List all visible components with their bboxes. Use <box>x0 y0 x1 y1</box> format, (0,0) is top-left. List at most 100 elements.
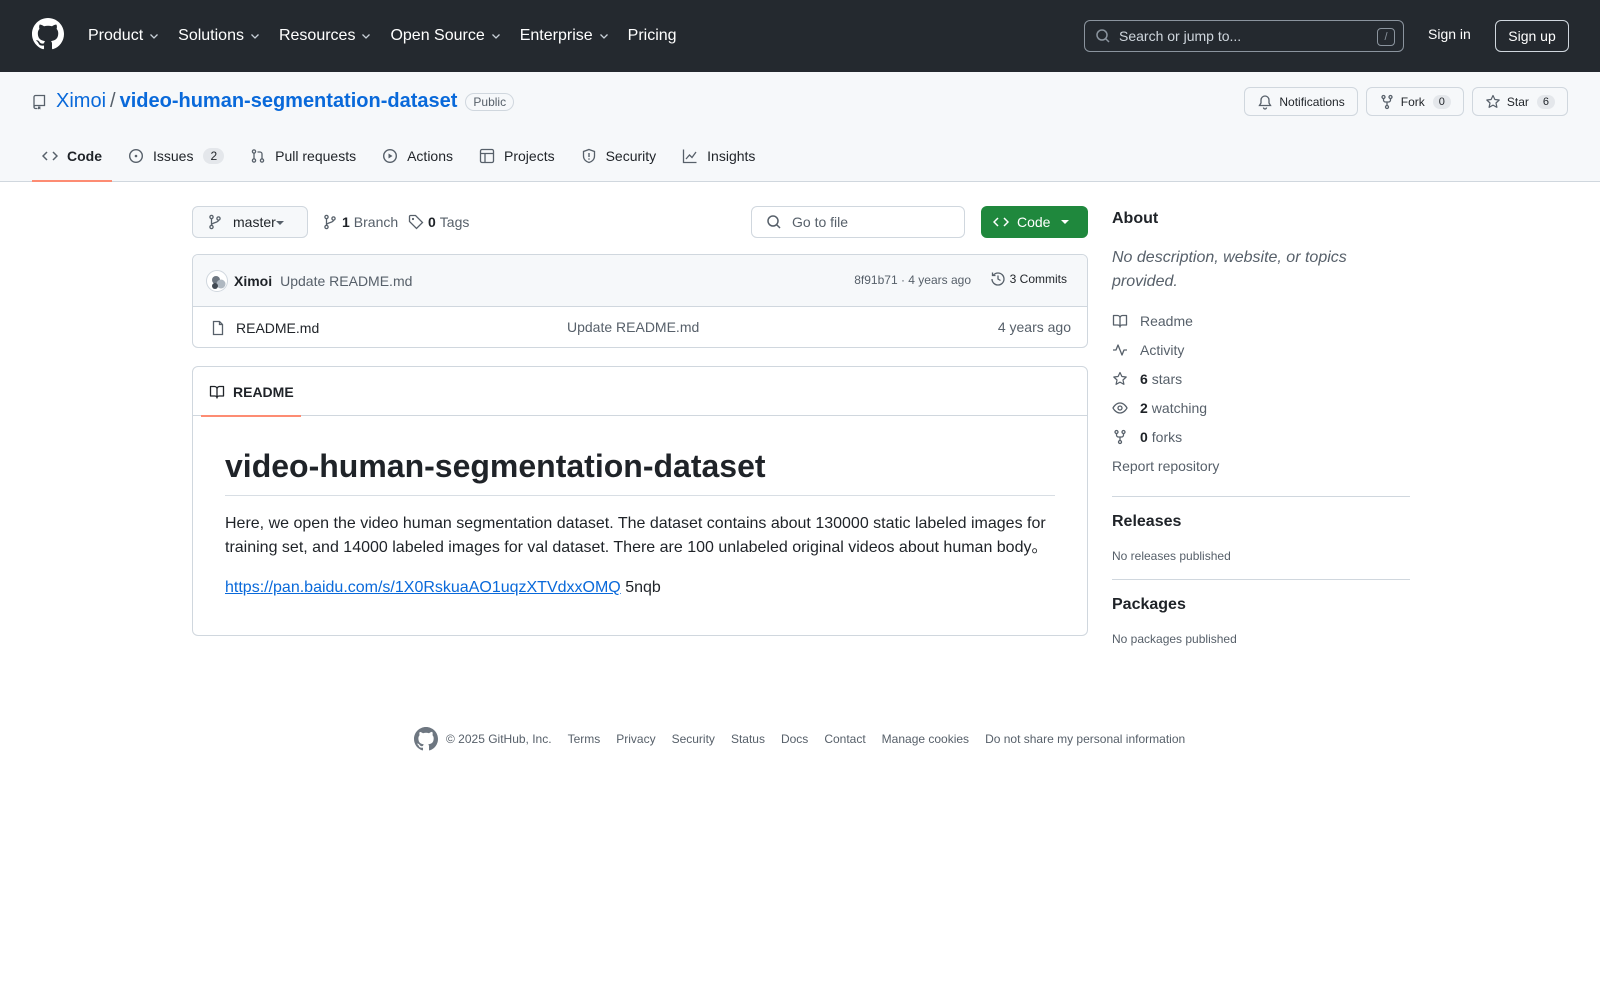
visibility-badge: Public <box>465 92 515 111</box>
repo-icon <box>33 94 46 109</box>
commit-author-link[interactable]: Ximoi <box>234 273 272 289</box>
nav-resources[interactable]: Resources <box>279 27 372 45</box>
stars-link[interactable]: 6 stars <box>1112 364 1410 393</box>
go-to-file-input[interactable]: Go to file <box>751 206 965 238</box>
footer-link-terms[interactable]: Terms <box>568 732 601 746</box>
footer-copyright: © 2025 GitHub, Inc. <box>446 732 552 746</box>
tags-link[interactable]: 0 Tags <box>408 214 469 230</box>
footer-link-contact[interactable]: Contact <box>824 732 865 746</box>
forks-link[interactable]: 0 forks <box>1112 422 1410 451</box>
sidebar-divider <box>1112 496 1410 497</box>
book-icon <box>1112 314 1128 328</box>
nav-product[interactable]: Product <box>88 27 160 45</box>
avatar[interactable] <box>206 269 228 292</box>
star-button[interactable]: Star 6 <box>1471 87 1568 116</box>
footer-link-privacy[interactable]: Privacy <box>616 732 655 746</box>
github-logo-icon[interactable] <box>32 18 64 50</box>
stars-count: 6 <box>1140 370 1148 387</box>
star-label: Star <box>1506 94 1529 109</box>
tag-count-label: Tags <box>439 214 470 230</box>
readme-tab[interactable]: README <box>201 367 301 417</box>
file-toolbar: master 1 Branch 0 Tags Go to file Code <box>192 206 1088 238</box>
tab-insights[interactable]: Insights <box>672 144 765 182</box>
fork-icon <box>1114 429 1126 444</box>
notifications-button[interactable]: Notifications <box>1244 87 1358 116</box>
tab-pull-requests[interactable]: Pull requests <box>240 144 366 182</box>
fork-icon <box>1381 94 1393 109</box>
repo-owner-link[interactable]: Ximoi <box>56 90 106 113</box>
chevron-down-icon <box>362 34 371 39</box>
tab-security[interactable]: Security <box>571 144 667 182</box>
repo-path-separator: / <box>110 90 116 112</box>
activity-link[interactable]: Activity <box>1112 335 1410 364</box>
download-code: 5nqb <box>620 579 661 596</box>
file-name-link[interactable]: README.md <box>236 320 319 336</box>
nav-pricing[interactable]: Pricing <box>628 27 677 45</box>
nav-enterprise-label: Enterprise <box>519 27 593 44</box>
file-commit-message[interactable]: Update README.md <box>567 319 699 335</box>
packages-heading[interactable]: Packages <box>1112 596 1410 614</box>
file-listing: Ximoi Update README.md 8f91b71 · 4 years… <box>192 254 1088 348</box>
file-age: 4 years ago <box>997 319 1071 335</box>
fork-button[interactable]: Fork 0 <box>1365 87 1464 116</box>
issue-icon <box>128 148 144 164</box>
forks-label: forks <box>1151 428 1183 445</box>
watchers-link[interactable]: 2 watching <box>1112 393 1410 422</box>
nav-enterprise[interactable]: Enterprise <box>520 27 610 45</box>
search-icon <box>1096 29 1110 43</box>
commit-hash-and-age[interactable]: 8f91b71 · 4 years ago <box>854 273 971 287</box>
search-icon <box>767 215 781 229</box>
notifications-label: Notifications <box>1279 94 1345 109</box>
history-icon <box>991 272 1005 286</box>
sidebar-divider <box>1112 579 1410 580</box>
branch-count-label: Branch <box>353 214 399 230</box>
footer-link-security[interactable]: Security <box>672 732 715 746</box>
readme-header: README <box>193 367 1087 417</box>
releases-heading[interactable]: Releases <box>1112 513 1410 531</box>
go-to-file-placeholder: Go to file <box>792 214 849 230</box>
tab-insights-label: Insights <box>707 148 756 164</box>
commits-history-link[interactable]: 3 Commits <box>990 271 1067 287</box>
commits-count-label: 3 Commits <box>1009 272 1067 286</box>
footer-link-status[interactable]: Status <box>731 732 765 746</box>
tab-code[interactable]: Code <box>32 144 112 182</box>
tag-count: 0 <box>428 214 436 230</box>
nav-solutions[interactable]: Solutions <box>178 27 261 45</box>
branch-selector[interactable]: master <box>192 206 308 238</box>
caret-down-icon <box>276 221 284 225</box>
github-logo-icon[interactable] <box>414 727 438 751</box>
footer-link-do-not-share[interactable]: Do not share my personal information <box>985 732 1185 746</box>
tab-issues[interactable]: Issues 2 <box>118 144 234 182</box>
top-navigation: Product Solutions Resources Open Source … <box>88 0 695 72</box>
nav-open-source[interactable]: Open Source <box>390 27 501 45</box>
repo-name-link[interactable]: video-human-segmentation-dataset <box>120 90 458 113</box>
caret-down-icon <box>1061 220 1069 224</box>
forks-count: 0 <box>1140 428 1148 445</box>
commit-message-link[interactable]: Update README.md <box>280 273 412 289</box>
tab-projects[interactable]: Projects <box>469 144 565 182</box>
star-count: 6 <box>1536 94 1555 109</box>
footer-link-docs[interactable]: Docs <box>781 732 808 746</box>
table-icon <box>479 148 495 164</box>
readme-link[interactable]: Readme <box>1112 306 1410 335</box>
nav-solutions-label: Solutions <box>178 27 244 44</box>
branch-name: master <box>233 214 276 230</box>
tab-security-label: Security <box>605 148 657 164</box>
search-placeholder: Search or jump to... <box>1119 28 1242 44</box>
readme-body: video-human-segmentation-dataset Here, w… <box>193 416 1087 600</box>
code-button-label: Code <box>1017 214 1051 230</box>
global-header: Product Solutions Resources Open Source … <box>0 0 1600 72</box>
sign-up-button[interactable]: Sign up <box>1495 20 1569 52</box>
table-row[interactable]: README.md Update README.md 4 years ago <box>193 307 1087 347</box>
readme-tab-label: README <box>233 383 294 400</box>
global-search-input[interactable]: Search or jump to... / <box>1084 20 1404 52</box>
report-repository-link[interactable]: Report repository <box>1112 451 1410 480</box>
tab-actions[interactable]: Actions <box>372 144 463 182</box>
sign-in-link[interactable]: Sign in <box>1428 26 1471 42</box>
footer-link-manage-cookies[interactable]: Manage cookies <box>882 732 969 746</box>
packages-empty-text: No packages published <box>1112 632 1237 646</box>
branches-link[interactable]: 1 Branch <box>322 214 398 230</box>
graph-icon <box>683 149 697 164</box>
download-link[interactable]: https://pan.baidu.com/s/1X0RskuaAO1uqzXT… <box>225 579 621 596</box>
code-button[interactable]: Code <box>981 206 1088 238</box>
